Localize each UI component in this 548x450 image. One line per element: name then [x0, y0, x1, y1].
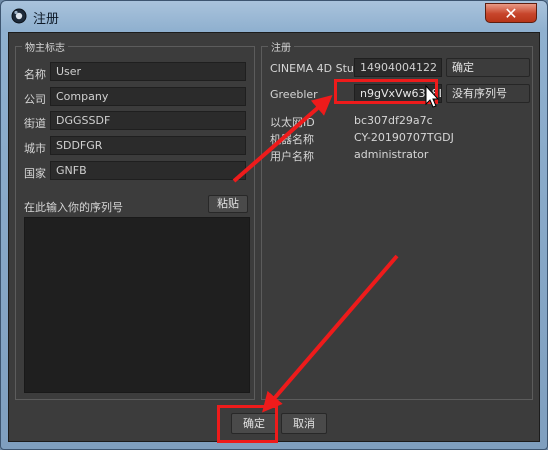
arrow-to-serial [232, 95, 333, 183]
arrow-to-ok [262, 254, 399, 413]
annotation-arrows [232, 84, 440, 413]
mouse-cursor-icon [425, 84, 440, 108]
